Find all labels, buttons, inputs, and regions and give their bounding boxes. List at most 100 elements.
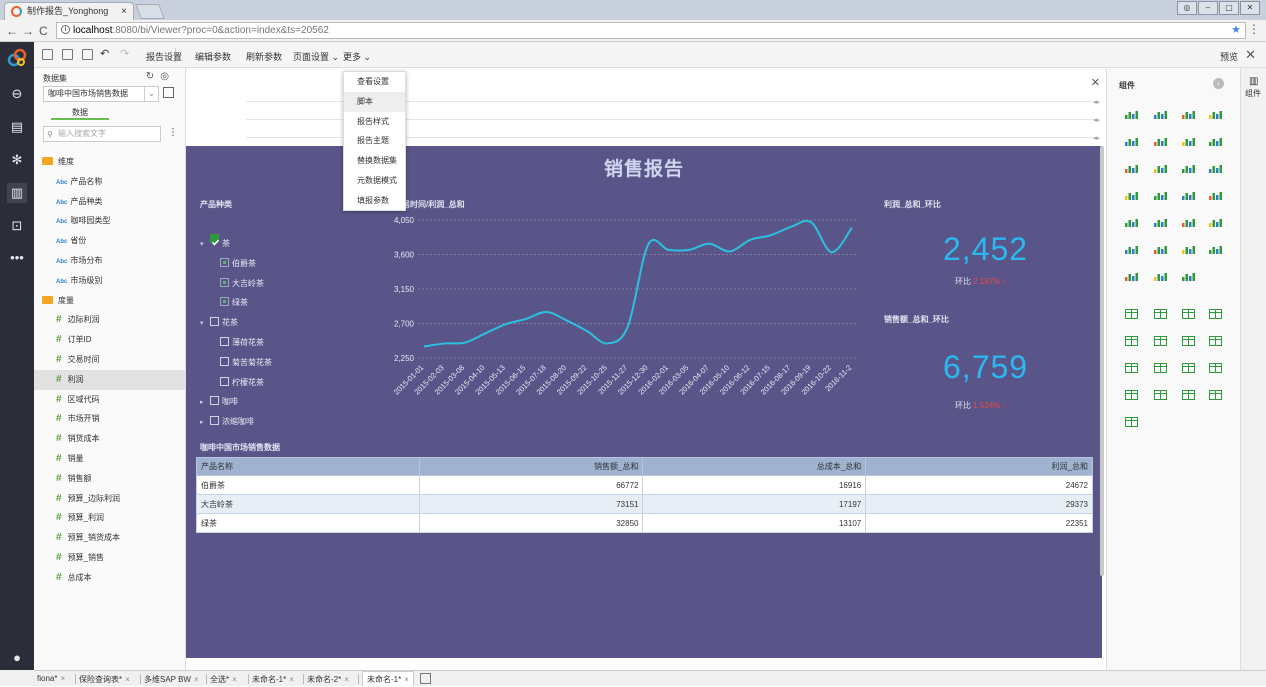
chart-type-icon[interactable] [1209, 245, 1222, 254]
data-point[interactable] [708, 242, 711, 245]
data-point[interactable] [728, 250, 731, 253]
data-point[interactable] [789, 225, 792, 228]
dimension-field[interactable]: Abc 省份 [34, 231, 186, 251]
page-settings-button[interactable]: 页面设置 ⌄ [293, 50, 339, 63]
data-point[interactable] [749, 238, 752, 241]
info-icon[interactable]: i [61, 25, 70, 34]
checkbox[interactable] [220, 336, 229, 346]
menu-item[interactable]: 元数据模式 [344, 171, 405, 191]
chart-type-icon[interactable] [1125, 272, 1138, 281]
dimension-field[interactable]: Abc 市场分布 [34, 251, 186, 271]
menu-item[interactable]: 填报参数 [344, 191, 405, 211]
close-tab-icon[interactable]: × [404, 675, 409, 684]
component-type-icon[interactable] [1182, 363, 1195, 373]
table-row[interactable]: 绿茶 32850 13107 22351 [196, 513, 1093, 533]
field-search-input[interactable]: ⚲ 输入搜索文字 [43, 126, 161, 142]
measure-field[interactable]: # 交易时间 [34, 350, 186, 370]
component-type-icon[interactable] [1125, 390, 1138, 400]
report-tab[interactable]: fiona* × [37, 674, 65, 683]
filter-tree-item[interactable]: ▸ 浓缩咖啡 [200, 412, 272, 432]
close-panel-icon[interactable]: ✕ [1091, 76, 1100, 89]
checkbox[interactable] [210, 234, 220, 246]
close-editor-icon[interactable]: ✕ [1245, 47, 1256, 63]
component-type-icon[interactable] [1125, 336, 1138, 346]
component-type-icon[interactable] [1125, 363, 1138, 373]
refresh-params-button[interactable]: 刷新参数 [246, 50, 282, 63]
tab-data[interactable]: 数据 [51, 107, 109, 120]
chart-type-icon[interactable] [1209, 191, 1222, 200]
more-icon[interactable]: ••• [7, 248, 27, 268]
chart-type-icon[interactable] [1154, 218, 1167, 227]
chart-type-icon[interactable] [1154, 272, 1167, 281]
menu-item[interactable]: 报告主题 [344, 131, 405, 151]
report-tab[interactable]: 未命名-2* × [307, 674, 349, 685]
dataset-refresh-icon[interactable]: ↻◎ [146, 71, 175, 82]
app-logo-icon[interactable] [7, 48, 27, 68]
measure-field[interactable]: # 预算_销货成本 [34, 528, 186, 548]
measure-field[interactable]: # 销量 [34, 449, 186, 469]
expand-arrow-icon[interactable]: ▸ [200, 393, 210, 413]
component-type-icon[interactable] [1154, 363, 1167, 373]
column-header[interactable]: 总成本_总和 [642, 457, 867, 476]
data-point[interactable] [443, 342, 446, 345]
column-header[interactable]: 销售额_总和 [418, 457, 644, 476]
minimize-icon[interactable]: – [1198, 1, 1218, 15]
redo-icon[interactable]: ↷ [120, 47, 129, 60]
filter-tree-item[interactable]: ▾ 茶 [200, 234, 272, 254]
chart-type-icon[interactable] [1209, 110, 1222, 119]
more-button[interactable]: 更多 ⌄ [343, 50, 371, 63]
checkbox[interactable] [220, 277, 229, 287]
back-icon[interactable]: ← [6, 24, 18, 38]
close-tab-icon[interactable]: × [125, 675, 130, 684]
edit-dataset-icon[interactable] [163, 87, 174, 98]
dataset-select[interactable]: 咖啡中国市场销售数据 ⌄ [43, 86, 159, 102]
checkbox[interactable] [210, 396, 219, 406]
component-type-icon[interactable] [1182, 309, 1195, 319]
chart-type-icon[interactable] [1209, 164, 1222, 173]
data-point[interactable] [586, 330, 589, 333]
column-header[interactable]: 产品名称 [196, 457, 420, 476]
menu-item[interactable]: 脚本 [344, 91, 405, 112]
url-input[interactable]: i localhost:8080/bi/Viewer?proc=0&action… [56, 22, 1246, 39]
close-tab-icon[interactable]: × [232, 675, 237, 684]
data-point[interactable] [626, 325, 629, 328]
component-type-icon[interactable] [1154, 309, 1167, 319]
maximize-icon[interactable]: ▢ [1219, 1, 1239, 15]
report-settings-button[interactable]: 报告设置 [146, 50, 182, 63]
chart-type-icon[interactable] [1125, 164, 1138, 173]
report-tab[interactable]: 未命名-1* × [362, 671, 414, 686]
measure-field[interactable]: # 订单ID [34, 330, 186, 350]
close-tab-icon[interactable]: × [194, 675, 199, 684]
list-icon[interactable]: ▤ [7, 117, 27, 137]
chart-type-icon[interactable] [1154, 110, 1167, 119]
component-type-icon[interactable] [1125, 417, 1138, 427]
report-tab[interactable]: 保险查询表* × [79, 674, 130, 685]
filter-tree-item[interactable]: 大吉岭茶 [200, 274, 272, 294]
save-icon[interactable] [62, 49, 73, 60]
new-tab-button[interactable] [135, 4, 165, 19]
measure-field[interactable]: # 总成本 [34, 568, 186, 588]
collapse-arrow-icon[interactable]: › [1213, 78, 1224, 89]
component-type-icon[interactable] [1209, 363, 1222, 373]
chart-type-icon[interactable] [1182, 191, 1195, 200]
field-options-icon[interactable]: ⋮ [168, 127, 178, 138]
expand-arrows-icon[interactable]: ◂▸ [1093, 116, 1100, 124]
new-icon[interactable] [42, 49, 53, 60]
data-point[interactable] [647, 243, 650, 246]
chart-type-icon[interactable] [1125, 245, 1138, 254]
series-line[interactable] [423, 219, 853, 348]
filter-tree-item[interactable]: 薄荷花茶 [200, 333, 272, 353]
checkbox[interactable] [210, 416, 219, 426]
filter-tree-item[interactable]: 伯爵茶 [200, 254, 272, 274]
browser-tab[interactable]: 制作报告_Yonghong × [4, 2, 134, 20]
checkbox[interactable] [220, 376, 229, 386]
report-tab[interactable]: 全选* × [210, 674, 237, 685]
chart-type-icon[interactable] [1209, 218, 1222, 227]
dimension-field[interactable]: Abc 咖啡园类型 [34, 211, 186, 231]
user-icon[interactable]: ◎ [1177, 1, 1197, 15]
network-icon[interactable]: ✻ [7, 150, 27, 170]
component-type-icon[interactable] [1125, 309, 1138, 319]
canvas-scrollbar[interactable] [1100, 146, 1104, 576]
forward-icon[interactable]: → [22, 24, 34, 38]
chart-type-icon[interactable] [1154, 137, 1167, 146]
